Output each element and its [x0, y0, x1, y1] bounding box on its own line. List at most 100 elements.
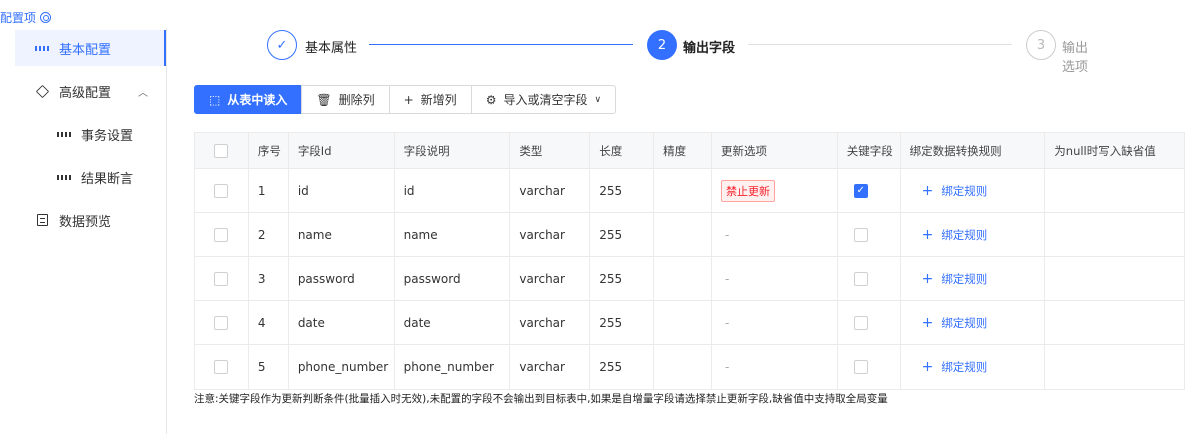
chevron-up-icon: ︿ — [138, 87, 148, 99]
column-header: 为null时写入缺省值 — [1054, 143, 1156, 158]
type-cell[interactable]: varchar — [510, 301, 591, 344]
sidebar-item-basic-config[interactable]: 基本配置 — [15, 30, 166, 66]
add-column-button[interactable]: + 新增列 — [388, 85, 472, 114]
read-from-table-button[interactable]: ⬚ 从表中读入 — [194, 85, 303, 114]
field-id-cell[interactable]: password — [289, 257, 395, 300]
plus-icon: + — [921, 226, 934, 243]
type-cell[interactable]: varchar — [510, 345, 591, 389]
table-body: 1 id id varchar 255 禁止更新 ✓ + 绑定规则 2 name name varcha… — [195, 169, 1184, 389]
row-checkbox[interactable] — [214, 183, 229, 198]
step-2-label[interactable]: 输出字段 — [683, 37, 735, 56]
update-option-empty: - — [724, 227, 730, 242]
field-desc-cell[interactable]: id — [395, 169, 511, 212]
row-select-cell — [195, 169, 249, 212]
row-checkbox[interactable] — [214, 360, 229, 374]
default-value-cell[interactable] — [1045, 301, 1184, 344]
type-cell[interactable]: varchar — [510, 257, 591, 300]
default-value-cell[interactable] — [1045, 257, 1184, 300]
bind-rule-label: 绑定规则 — [941, 227, 988, 242]
key-field-checkbox[interactable] — [853, 360, 868, 374]
sidebar-item-result-assertion[interactable]: 结果断言 — [15, 159, 166, 195]
bind-rule-link[interactable]: + 绑定规则 — [922, 271, 988, 287]
length-cell[interactable]: 255 — [590, 345, 655, 389]
button-label: 导入或清空字段 — [503, 93, 588, 107]
chevron-down-icon: ∨ — [594, 94, 602, 105]
key-field-checkbox[interactable] — [853, 227, 868, 242]
index-cell: 3 — [249, 257, 289, 300]
field-id-cell[interactable]: phone_number — [289, 345, 395, 389]
update-option-tag[interactable]: 禁止更新 — [720, 179, 775, 202]
bind-rule-link[interactable]: + 绑定规则 — [922, 183, 988, 199]
field-id-cell[interactable]: name — [289, 213, 395, 256]
button-label: 新增列 — [420, 93, 457, 107]
toolbar: ⬚ 从表中读入 🗑 删除列 + 新增列 ⚙ 导入或清空字段 ∨ — [194, 85, 617, 114]
table-row[interactable]: 5 phone_number phone_number varchar 255- + 绑定规… — [195, 345, 1184, 389]
default-value-cell[interactable] — [1045, 213, 1184, 256]
select-all-cell — [195, 133, 249, 168]
field-desc-cell[interactable]: name — [395, 213, 511, 256]
grid-icon — [35, 41, 49, 55]
sidebar-item-transaction-settings[interactable]: 事务设置 — [15, 116, 166, 152]
bind-rule-link[interactable]: + 绑定规则 — [922, 227, 988, 243]
button-label: 从表中读入 — [227, 93, 288, 107]
step-1-check-icon[interactable]: ✓ — [267, 30, 297, 60]
key-field-cell — [838, 257, 901, 300]
key-field-cell: ✓ — [838, 169, 901, 212]
key-field-checkbox[interactable] — [853, 315, 868, 330]
delete-column-button[interactable]: 🗑 删除列 — [301, 85, 390, 114]
sidebar-item-data-preview[interactable]: 数据预览 — [15, 202, 166, 238]
button-label: 删除列 — [338, 93, 375, 107]
table-row[interactable]: 4 date date varchar 255- + 绑定规则 — [195, 301, 1184, 345]
grid-icon — [57, 170, 71, 184]
precision-cell[interactable] — [654, 169, 712, 212]
config-title-label: 配置项 — [0, 10, 37, 25]
gear-icon[interactable] — [40, 11, 52, 23]
sidebar-item-advanced-config[interactable]: 高级配置 ︿ — [15, 73, 166, 109]
step-1-label[interactable]: 基本属性 — [305, 37, 357, 56]
default-value-cell[interactable] — [1045, 169, 1184, 212]
key-field-cell — [838, 345, 901, 389]
bind-rule-cell: + 绑定规则 — [901, 169, 1046, 212]
bind-rule-cell: + 绑定规则 — [901, 213, 1046, 256]
length-cell[interactable]: 255 — [590, 257, 655, 300]
precision-cell[interactable] — [654, 301, 712, 344]
length-cell[interactable]: 255 — [590, 213, 655, 256]
select-all-checkbox[interactable] — [214, 143, 229, 158]
table-row[interactable]: 3 password password varchar 255- + 绑定规则 — [195, 257, 1184, 301]
table-row[interactable]: 2 name name varchar 255- + 绑定规则 — [195, 213, 1184, 257]
precision-cell[interactable] — [654, 257, 712, 300]
length-cell[interactable]: 255 — [590, 301, 655, 344]
step-3-number[interactable]: 3 — [1026, 30, 1056, 60]
update-option-cell: - — [712, 257, 838, 300]
bind-rule-label: 绑定规则 — [941, 271, 988, 286]
update-option-cell: - — [712, 301, 838, 344]
bind-rule-link[interactable]: + 绑定规则 — [922, 315, 988, 331]
default-value-cell[interactable] — [1045, 345, 1184, 389]
row-checkbox[interactable] — [214, 315, 229, 330]
update-option-empty: - — [724, 271, 730, 286]
field-desc-cell[interactable]: date — [395, 301, 511, 344]
type-cell[interactable]: varchar — [510, 213, 591, 256]
row-select-cell — [195, 301, 249, 344]
field-id-cell[interactable]: id — [289, 169, 395, 212]
cube-icon — [35, 84, 49, 98]
precision-cell[interactable] — [654, 345, 712, 389]
column-header: 更新选项 — [712, 133, 838, 168]
bind-rule-link[interactable]: + 绑定规则 — [922, 359, 988, 375]
step-2-number[interactable]: 2 — [647, 30, 677, 60]
import-or-clear-dropdown[interactable]: ⚙ 导入或清空字段 ∨ — [470, 85, 617, 114]
field-desc-cell[interactable]: phone_number — [395, 345, 511, 389]
key-field-checkbox[interactable]: ✓ — [853, 183, 868, 198]
precision-cell[interactable] — [654, 213, 712, 256]
field-desc-cell[interactable]: password — [395, 257, 511, 300]
index-cell: 1 — [249, 169, 289, 212]
row-checkbox[interactable] — [214, 271, 229, 286]
length-cell[interactable]: 255 — [590, 169, 655, 212]
type-cell[interactable]: varchar — [510, 169, 591, 212]
field-id-cell[interactable]: date — [289, 301, 395, 344]
table-row[interactable]: 1 id id varchar 255 禁止更新 ✓ + 绑定规则 — [195, 169, 1184, 213]
key-field-checkbox[interactable] — [853, 271, 868, 286]
step-3-label[interactable]: 输出选项 — [1062, 37, 1097, 75]
row-checkbox[interactable] — [214, 227, 229, 242]
index-cell: 4 — [249, 301, 289, 344]
